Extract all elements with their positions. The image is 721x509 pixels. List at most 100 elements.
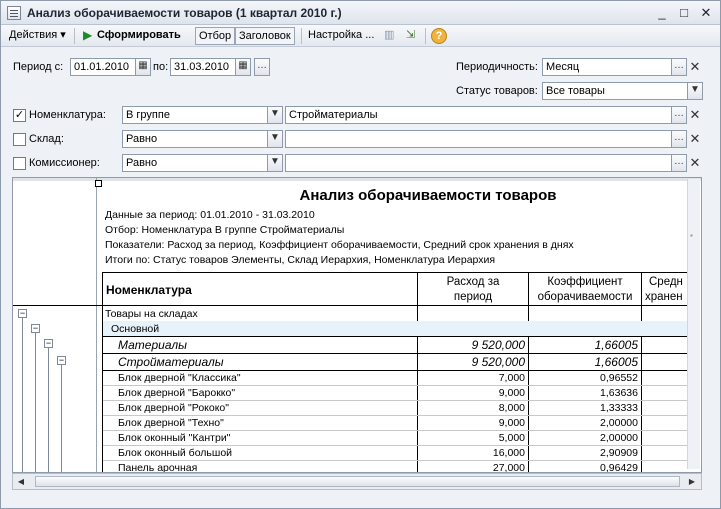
nomenclature-checkbox[interactable]: ✓ (13, 109, 26, 122)
table-cell: 1,33333 (600, 402, 638, 414)
grouping-divider (96, 178, 97, 472)
toolbar-separator (425, 28, 426, 44)
nomenclature-condition[interactable]: В группе (122, 106, 268, 124)
consignor-condition[interactable]: Равно (122, 154, 268, 172)
table-row: Блок оконный "Кантри" (118, 432, 231, 444)
restore-settings-icon[interactable]: ▥ (381, 27, 397, 45)
clear-icon[interactable]: ✕ (688, 58, 702, 76)
calendar-icon[interactable]: ▦ (135, 58, 151, 76)
period-from-field[interactable]: 01.01.2010 (70, 58, 136, 76)
warehouse-value[interactable] (285, 130, 672, 148)
report-filter: Отбор: Номенклатура В группе Стройматери… (105, 224, 345, 236)
goods-status-label: Статус товаров: (456, 85, 538, 97)
warehouse-checkbox[interactable] (13, 133, 26, 146)
tree-line (61, 365, 62, 472)
maximize-button[interactable]: □ (677, 6, 691, 20)
period-to-label: по: (153, 61, 169, 73)
play-icon[interactable]: ▶ (80, 27, 95, 45)
vertical-scrollbar[interactable]: ▪ (687, 179, 700, 469)
tree-line (48, 348, 49, 472)
table-row: Блок дверной "Барокко" (118, 387, 236, 399)
table-cell: 0,96552 (600, 372, 638, 384)
table-cell: 2,00000 (600, 432, 638, 444)
close-button[interactable]: ✕ (699, 6, 713, 20)
report-window: Анализ оборачиваемости товаров (1 кварта… (0, 0, 721, 509)
report-totals: Итоги по: Статус товаров Элементы, Склад… (105, 254, 496, 266)
table-row: Материалы (118, 338, 187, 352)
select-button[interactable]: … (671, 106, 687, 124)
report-period: Данные за период: 01.01.2010 - 31.03.201… (105, 209, 315, 221)
tree-line (35, 333, 36, 472)
select-button[interactable]: … (671, 154, 687, 172)
clear-icon[interactable]: ✕ (688, 130, 702, 148)
settings-button[interactable]: Настройка ... (305, 27, 377, 45)
chevron-down-icon[interactable]: ▼ (267, 106, 283, 124)
clear-icon[interactable]: ✕ (688, 106, 702, 124)
col-header-nomenclature: Номенклатура (106, 283, 192, 297)
scroll-thumb[interactable]: ▪ (690, 231, 698, 240)
nomenclature-label: Номенклатура: (29, 109, 106, 121)
collapse-icon[interactable]: − (57, 356, 66, 365)
toolbar: Действия ▾ ▶ Сформировать Отбор Заголово… (1, 25, 720, 47)
chevron-down-icon[interactable]: ▼ (267, 130, 283, 148)
title-bar: Анализ оборачиваемости товаров (1 кварта… (1, 1, 720, 25)
table-cell: 7,000 (498, 372, 525, 384)
table-row: Основной (111, 323, 160, 335)
table-cell: 9,000 (498, 387, 525, 399)
horizontal-scrollbar[interactable]: ◀ ▶ (12, 473, 702, 490)
header-bottom-line (13, 305, 688, 306)
table-cell: 27,000 (492, 462, 525, 473)
clear-icon[interactable]: ✕ (688, 154, 702, 172)
window-title: Анализ оборачиваемости товаров (1 кварта… (27, 6, 342, 20)
cell-cursor (95, 180, 102, 187)
report-title: Анализ оборачиваемости товаров (299, 187, 557, 204)
filter-button[interactable]: Отбор (195, 27, 236, 45)
scroll-left-icon[interactable]: ◀ (15, 476, 27, 487)
table-cell: 2,00000 (600, 417, 638, 429)
period-select-button[interactable]: … (254, 58, 270, 76)
save-settings-icon[interactable]: ⇲ (403, 27, 418, 45)
generate-button[interactable]: Сформировать (94, 27, 184, 45)
chevron-down-icon[interactable]: ▼ (687, 82, 703, 100)
table-row: Блок оконный большой (118, 447, 233, 459)
table-cell: 9 520,000 (471, 355, 525, 369)
col-header-expense: Расход за (446, 276, 500, 288)
consignor-label: Комиссионер: (29, 157, 100, 169)
table-row: Товары на складах (105, 308, 198, 320)
collapse-icon[interactable]: − (18, 309, 27, 318)
consignor-value[interactable] (285, 154, 672, 172)
minimize-button[interactable]: _ (655, 6, 669, 20)
col-line (102, 272, 103, 472)
report-spreadsheet[interactable]: Анализ оборачиваемости товаров Данные за… (12, 177, 702, 473)
table-row: Блок дверной "Техно" (118, 417, 224, 429)
col-header-coefficient-2: оборачиваемости (537, 291, 633, 303)
header-button[interactable]: Заголовок (235, 27, 295, 45)
group-row-bg (103, 321, 688, 336)
consignor-checkbox[interactable] (13, 157, 26, 170)
actions-menu[interactable]: Действия ▾ (6, 27, 69, 45)
col-line (641, 272, 642, 472)
chevron-down-icon[interactable]: ▼ (267, 154, 283, 172)
goods-status-field[interactable]: Все товары (542, 82, 688, 100)
table-cell: 2,90909 (600, 447, 638, 459)
warehouse-condition[interactable]: Равно (122, 130, 268, 148)
col-header-expense-2: период (453, 291, 493, 303)
scroll-thumb[interactable] (35, 476, 680, 487)
select-button[interactable]: … (671, 130, 687, 148)
table-row: Блок дверной "Рококо" (118, 402, 229, 414)
toolbar-separator (301, 28, 302, 44)
table-cell: 5,000 (498, 432, 525, 444)
help-icon[interactable]: ? (431, 28, 447, 44)
table-cell: 1,66005 (594, 338, 638, 352)
periodicity-field[interactable]: Месяц (542, 58, 672, 76)
scroll-right-icon[interactable]: ▶ (686, 476, 698, 487)
col-header-coefficient: Коэффициент (547, 276, 623, 288)
col-header-avg-storage: Средн (649, 276, 683, 288)
select-button[interactable]: … (671, 58, 687, 76)
collapse-icon[interactable]: − (44, 339, 53, 348)
collapse-icon[interactable]: − (31, 324, 40, 333)
period-to-field[interactable]: 31.03.2010 (170, 58, 236, 76)
ruler (13, 178, 701, 181)
nomenclature-value[interactable]: Стройматериалы (285, 106, 672, 124)
calendar-icon[interactable]: ▦ (235, 58, 251, 76)
